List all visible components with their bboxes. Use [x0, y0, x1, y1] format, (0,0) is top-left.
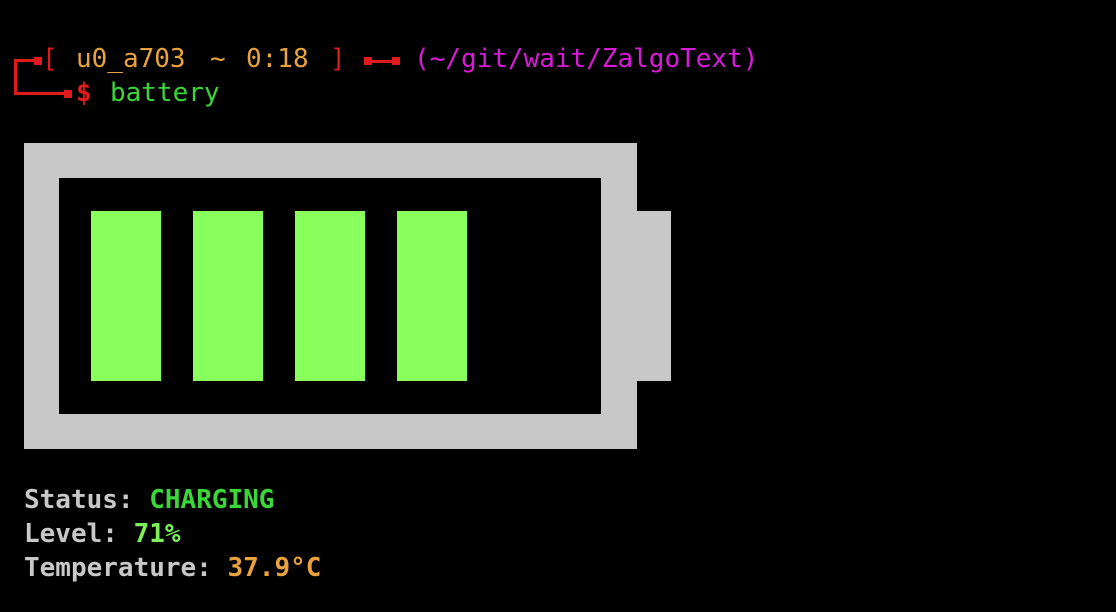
level-line: Level: 71% [24, 517, 181, 551]
prompt-connector-vertical [14, 59, 17, 95]
temperature-label: Temperature: [24, 553, 212, 583]
level-label: Level: [24, 519, 118, 549]
level-value: 71% [133, 519, 181, 549]
prompt-time: 0:18 [246, 44, 309, 74]
command-text: battery [110, 78, 220, 108]
battery-cell [91, 211, 161, 381]
battery-terminal [637, 211, 671, 381]
battery-frame [24, 143, 637, 449]
prompt-connector-node-top [34, 57, 42, 65]
battery-cell [397, 211, 467, 381]
prompt-close-bracket: ] [330, 44, 346, 74]
prompt-user: u0_a703 [76, 44, 186, 74]
battery-cell [193, 211, 263, 381]
status-value: CHARGING [149, 485, 275, 515]
prompt-path: (~/git/wait/ZalgoText) [414, 44, 759, 74]
temperature-value: 37.9°C [227, 553, 322, 583]
prompt-connector-node-bottom [64, 90, 72, 98]
status-line: Status: CHARGING [24, 483, 274, 517]
prompt-symbol: $ [76, 78, 92, 108]
status-label: Status: [24, 485, 134, 515]
prompt-connector-top [14, 59, 36, 62]
temperature-line: Temperature: 37.9°C [24, 551, 321, 585]
prompt-tilde: ~ [210, 44, 226, 74]
prompt-connector-bottom [14, 92, 70, 95]
battery-cell [295, 211, 365, 381]
battery-interior [59, 178, 601, 414]
prompt-open-bracket: [ [42, 44, 58, 74]
